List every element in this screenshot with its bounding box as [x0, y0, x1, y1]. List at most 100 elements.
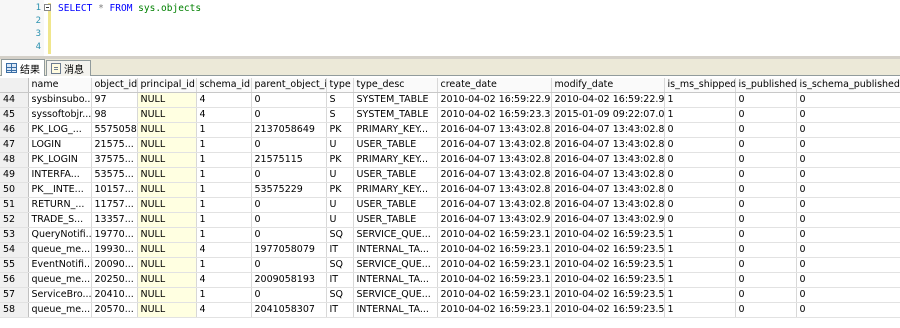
cell-object-id[interactable]: 20570...: [91, 302, 138, 318]
cell-type-desc[interactable]: PRIMARY_KEY...: [353, 122, 438, 138]
cell-principal-id[interactable]: NULL: [137, 182, 197, 198]
column-header-parent-object-id[interactable]: parent_object_id: [251, 78, 327, 93]
cell-is-published[interactable]: 0: [735, 257, 797, 273]
cell-is-published[interactable]: 0: [735, 122, 797, 138]
cell-type[interactable]: S: [326, 92, 354, 108]
cell-object-id[interactable]: 19770...: [91, 227, 138, 243]
cell-name[interactable]: ServiceBro...: [28, 287, 92, 303]
column-header-create-date[interactable]: create_date: [437, 78, 552, 93]
cell-type-desc[interactable]: SERVICE_QUE...: [353, 287, 438, 303]
cell-object-id[interactable]: 10157...: [91, 182, 138, 198]
row-number[interactable]: 57: [0, 287, 29, 303]
cell-schema-id[interactable]: 1: [196, 287, 252, 303]
cell-type-desc[interactable]: USER_TABLE: [353, 167, 438, 183]
cell-name[interactable]: PK_LOGIN: [28, 152, 92, 168]
cell-type-desc[interactable]: SERVICE_QUE...: [353, 257, 438, 273]
cell-is-schema-published[interactable]: 0: [796, 107, 900, 123]
cell-object-id[interactable]: 20090...: [91, 257, 138, 273]
cell-type[interactable]: S: [326, 107, 354, 123]
cell-is-ms-shipped[interactable]: 1: [664, 92, 736, 108]
column-header-modify-date[interactable]: modify_date: [551, 78, 665, 93]
cell-create-date[interactable]: 2016-04-07 13:43:02.857: [437, 152, 552, 168]
cell-modify-date[interactable]: 2010-04-02 16:59:23.573: [551, 302, 665, 318]
row-number[interactable]: 49: [0, 167, 29, 183]
cell-is-schema-published[interactable]: 0: [796, 122, 900, 138]
cell-name[interactable]: syssoftobjr...: [28, 107, 92, 123]
cell-is-published[interactable]: 0: [735, 167, 797, 183]
cell-type[interactable]: PK: [326, 152, 354, 168]
column-header-object-id[interactable]: object_id: [91, 78, 138, 93]
cell-is-schema-published[interactable]: 0: [796, 137, 900, 153]
cell-parent-object-id[interactable]: 53575229: [251, 182, 327, 198]
cell-is-ms-shipped[interactable]: 0: [664, 152, 736, 168]
cell-schema-id[interactable]: 1: [196, 212, 252, 228]
cell-type[interactable]: U: [326, 167, 354, 183]
table-row[interactable]: 57 ServiceBro... 20410... NULL 1 0 SQ SERVICE_Q…: [0, 287, 900, 303]
table-row[interactable]: 56 queue_me... 20250... NULL 4 2009058193 IT IN…: [0, 272, 900, 288]
cell-create-date[interactable]: 2010-04-02 16:59:23.173: [437, 227, 552, 243]
cell-name[interactable]: INTERFA...: [28, 167, 92, 183]
cell-parent-object-id[interactable]: 2041058307: [251, 302, 327, 318]
table-row[interactable]: 48 PK_LOGIN 37575... NULL 1 21575115 PK PRIMARY…: [0, 152, 900, 168]
cell-is-published[interactable]: 0: [735, 197, 797, 213]
cell-create-date[interactable]: 2010-04-02 16:59:23.173: [437, 242, 552, 258]
cell-is-ms-shipped[interactable]: 1: [664, 302, 736, 318]
cell-parent-object-id[interactable]: 0: [251, 107, 327, 123]
cell-name[interactable]: queue_me...: [28, 242, 92, 258]
cell-type-desc[interactable]: USER_TABLE: [353, 137, 438, 153]
cell-create-date[interactable]: 2016-04-07 13:43:02.860: [437, 167, 552, 183]
cell-modify-date[interactable]: 2016-04-07 13:43:02.820: [551, 122, 665, 138]
cell-is-schema-published[interactable]: 0: [796, 287, 900, 303]
cell-modify-date[interactable]: 2010-04-02 16:59:23.567: [551, 257, 665, 273]
cell-modify-date[interactable]: 2016-04-07 13:43:02.847: [551, 137, 665, 153]
cell-type[interactable]: SQ: [326, 257, 354, 273]
cell-schema-id[interactable]: 4: [196, 92, 252, 108]
column-header-is-published[interactable]: is_published: [735, 78, 797, 93]
cell-is-ms-shipped[interactable]: 0: [664, 182, 736, 198]
cell-type[interactable]: SQ: [326, 287, 354, 303]
table-row[interactable]: 53 QueryNotifi... 19770... NULL 1 0 SQ SERVICE_…: [0, 227, 900, 243]
cell-schema-id[interactable]: 1: [196, 227, 252, 243]
cell-type[interactable]: U: [326, 197, 354, 213]
cell-is-ms-shipped[interactable]: 1: [664, 242, 736, 258]
cell-is-schema-published[interactable]: 0: [796, 167, 900, 183]
column-header-is-schema-published[interactable]: is_schema_published: [796, 78, 900, 93]
cell-parent-object-id[interactable]: 2009058193: [251, 272, 327, 288]
cell-is-schema-published[interactable]: 0: [796, 152, 900, 168]
row-number[interactable]: 44: [0, 92, 29, 108]
cell-object-id[interactable]: 19930...: [91, 242, 138, 258]
cell-type-desc[interactable]: INTERNAL_TA...: [353, 272, 438, 288]
row-number-header[interactable]: [0, 78, 29, 93]
cell-principal-id[interactable]: NULL: [137, 257, 197, 273]
cell-type[interactable]: IT: [326, 242, 354, 258]
cell-principal-id[interactable]: NULL: [137, 152, 197, 168]
cell-create-date[interactable]: 2010-04-02 16:59:23.180: [437, 287, 552, 303]
row-number[interactable]: 50: [0, 182, 29, 198]
cell-type-desc[interactable]: PRIMARY_KEY...: [353, 152, 438, 168]
cell-type[interactable]: U: [326, 137, 354, 153]
cell-type-desc[interactable]: PRIMARY_KEY...: [353, 182, 438, 198]
cell-is-schema-published[interactable]: 0: [796, 242, 900, 258]
cell-is-published[interactable]: 0: [735, 152, 797, 168]
results-grid[interactable]: name object_id principal_id schema_id parent…: [0, 78, 900, 328]
cell-parent-object-id[interactable]: 0: [251, 92, 327, 108]
cell-object-id[interactable]: 97: [91, 92, 138, 108]
cell-parent-object-id[interactable]: 0: [251, 212, 327, 228]
table-row[interactable]: 51 RETURN_... 11757... NULL 1 0 U USER_TABLE 201…: [0, 197, 900, 213]
table-row[interactable]: 49 INTERFA... 53575... NULL 1 0 U USER_TABLE 201…: [0, 167, 900, 183]
cell-type-desc[interactable]: INTERNAL_TA...: [353, 242, 438, 258]
cell-type-desc[interactable]: USER_TABLE: [353, 212, 438, 228]
cell-type[interactable]: SQ: [326, 227, 354, 243]
cell-name[interactable]: queue_me...: [28, 302, 92, 318]
cell-name[interactable]: PK__INTE...: [28, 182, 92, 198]
cell-object-id[interactable]: 53575...: [91, 167, 138, 183]
row-number[interactable]: 52: [0, 212, 29, 228]
column-header-principal-id[interactable]: principal_id: [137, 78, 197, 93]
cell-is-schema-published[interactable]: 0: [796, 227, 900, 243]
tab-messages[interactable]: 消息: [46, 60, 91, 76]
cell-name[interactable]: TRADE_S...: [28, 212, 92, 228]
cell-parent-object-id[interactable]: 1977058079: [251, 242, 327, 258]
cell-object-id[interactable]: 13357...: [91, 212, 138, 228]
cell-object-id[interactable]: 20410...: [91, 287, 138, 303]
cell-create-date[interactable]: 2016-04-07 13:43:02.887: [437, 197, 552, 213]
